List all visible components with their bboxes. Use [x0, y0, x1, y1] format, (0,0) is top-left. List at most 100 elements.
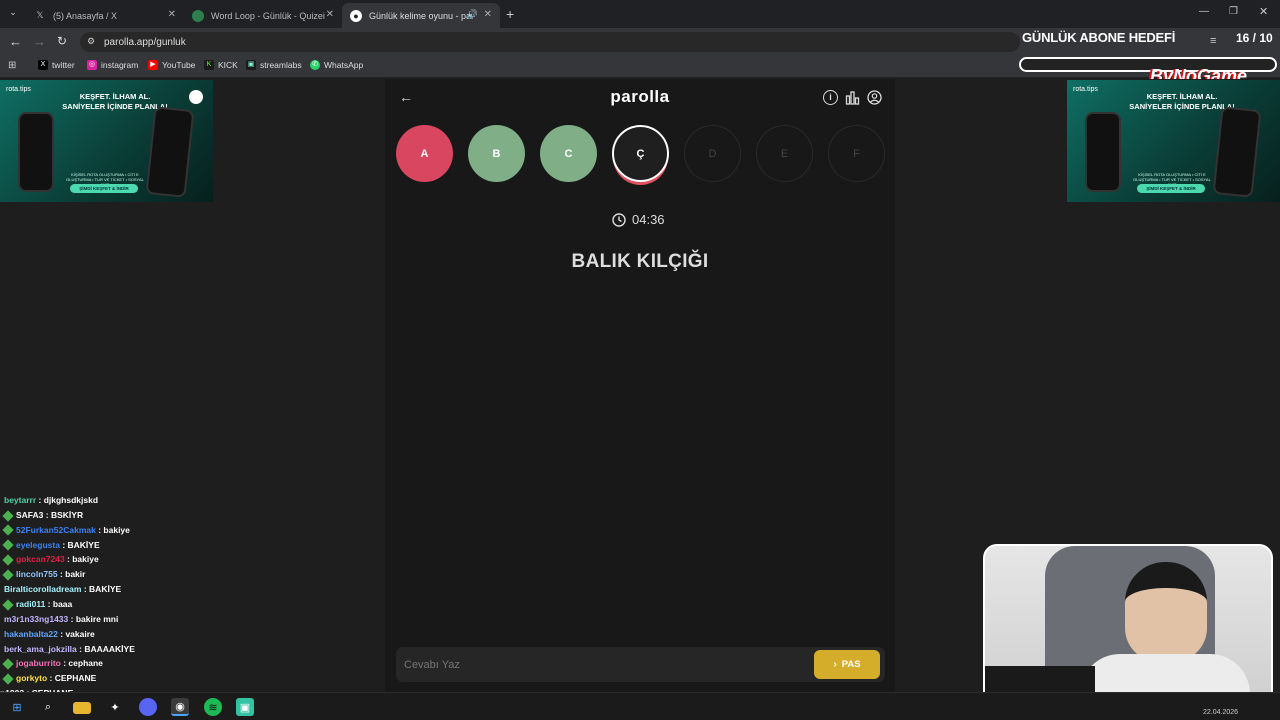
discord-icon[interactable] [139, 698, 157, 716]
stats-icon[interactable] [845, 90, 860, 105]
tab-twitter[interactable]: 𝕏 (5) Anasayfa / X ✕ [26, 3, 184, 28]
phone-image [145, 106, 195, 198]
right-ad-banner[interactable]: rota.tips KEŞFET. İLHAM AL. SANİYELER İÇ… [1067, 80, 1280, 202]
chrome-icon[interactable]: ◉ [171, 698, 189, 716]
question-text: BALIK KILÇIĞI [571, 251, 709, 272]
phone-image [1212, 106, 1262, 198]
new-tab-button[interactable]: + [506, 6, 514, 22]
search-icon[interactable]: ⌕ [39, 698, 57, 716]
chat-text: BAAAAKİYE [84, 643, 135, 654]
chat-username: eyelegusta [16, 539, 60, 550]
left-ad-banner[interactable]: rota.tips KEŞFET. İLHAM AL. SANİYELER İÇ… [0, 80, 213, 202]
bookmark-kick[interactable]: K KICK [204, 60, 238, 70]
minimize-icon[interactable]: — [1199, 6, 1209, 17]
chat-username: jogaburrito [16, 658, 61, 669]
tab-label: (5) Anasayfa / X [53, 10, 118, 21]
letter-pending: F [828, 125, 885, 182]
streamlabs-icon[interactable]: ▣ [236, 698, 254, 716]
sub-badge-icon [2, 599, 14, 611]
goal-count: 16 / 10 [1236, 31, 1273, 45]
chat-message: SAFA3 : BSKİYR [2, 509, 84, 522]
date-text: 22.04.2026 [1203, 709, 1239, 716]
chat-text: BAKİYE [67, 539, 100, 550]
youtube-icon: ▶ [148, 60, 158, 70]
pass-button[interactable]: › PAS [814, 650, 880, 679]
parolla-icon: ● [350, 9, 362, 22]
address-bar[interactable]: ⚙ parolla.app/gunluk [80, 32, 1020, 52]
bookmark-whatsapp[interactable]: ✆ WhatsApp [310, 60, 363, 70]
x-logo-icon: 𝕏 [36, 10, 44, 20]
chat-username: gorkyto [16, 673, 48, 684]
close-icon[interactable]: ✕ [326, 9, 334, 20]
chat-message: jogaburrito : cephane [2, 658, 103, 670]
spotify-icon[interactable]: ≋ [204, 698, 222, 716]
bookmark-streamlabs[interactable]: ▣ streamlabs [246, 60, 302, 70]
back-arrow-icon[interactable]: ← [399, 89, 413, 105]
chat-username: m3r1n33ng1433 [4, 613, 69, 624]
chat-text: vakaire [65, 628, 95, 639]
sub-badge-icon [2, 673, 14, 685]
whatsapp-icon: ✆ [310, 60, 320, 70]
apps-grid-icon[interactable]: ⊞ [8, 60, 16, 71]
ad-cta-button[interactable]: ŞİMDİ KEŞFET & İNDİR [1137, 184, 1205, 193]
letter-pending: D [684, 125, 741, 182]
bookmark-label: YouTube [162, 60, 196, 70]
bookmark-label: KICK [218, 60, 238, 70]
chat-message: m3r1n33ng1433 : bakire mni [4, 613, 119, 624]
chat-username: lincoln755 [16, 569, 58, 580]
file-explorer-icon[interactable] [73, 702, 91, 714]
menu-icon[interactable]: ≡ [1210, 35, 1216, 47]
chat-message: eyelegusta : BAKİYE [2, 539, 100, 551]
profile-icon[interactable] [867, 90, 882, 105]
timer: 04:36 [612, 212, 665, 227]
ad-cta-button[interactable]: ŞİMDİ KEŞFET & İNDİR [70, 184, 138, 193]
tab-label: Günlük kelime oyunu - par [369, 10, 475, 21]
chat-text: BSKİYR [50, 509, 84, 520]
ad-brand: rota.tips [6, 86, 31, 93]
tab-word-loop[interactable]: Word Loop - Günlük - Quizei ✕ [184, 3, 342, 28]
chat-message: Biralticorolladream : BAKİYE [4, 584, 122, 595]
close-icon[interactable]: ✕ [168, 9, 176, 20]
chat-message: lincoln755 : bakir [2, 569, 86, 581]
back-icon[interactable]: ← [9, 34, 22, 49]
bookmark-instagram[interactable]: ◎ instagram [87, 60, 138, 70]
forward-icon[interactable]: → [33, 34, 46, 49]
streamlabs-icon: ▣ [246, 60, 256, 70]
chat-username: hakanbalta22 [4, 628, 58, 639]
close-icon[interactable]: ✕ [484, 9, 492, 20]
app-icon[interactable]: ✦ [106, 698, 124, 716]
chat-username: Biralticorolladream [4, 584, 82, 595]
webcam-overlay [983, 544, 1273, 706]
close-window-icon[interactable]: ✕ [1259, 5, 1268, 18]
pass-label: PAS [841, 659, 861, 670]
chat-message: radi011 : baaa [2, 599, 72, 611]
chat-username: gokcan7243 [16, 554, 65, 565]
url-text: parolla.app/gunluk [104, 36, 186, 48]
speaker-icon[interactable]: 🔊 [467, 9, 478, 20]
clock-icon [612, 212, 626, 227]
chat-username: berk_ama_jokzilla [4, 643, 77, 654]
bookmark-label: WhatsApp [324, 60, 364, 70]
chat-text: bakir [65, 569, 86, 580]
reload-icon[interactable]: ↻ [57, 34, 67, 48]
tab-parolla[interactable]: ● Günlük kelime oyunu - par 🔊 ✕ [342, 3, 500, 28]
restore-icon[interactable]: ❐ [1229, 6, 1238, 17]
letter-wrong: A [396, 125, 453, 182]
timer-value: 04:36 [632, 212, 665, 227]
sub-badge-icon [2, 569, 14, 581]
letter-correct: C [540, 125, 597, 182]
instagram-icon: ◎ [87, 60, 97, 70]
chat-username: 52Furkan52Cakmak [16, 524, 96, 535]
bookmark-youtube[interactable]: ▶ YouTube [148, 60, 195, 70]
tab-list-chevron-icon[interactable]: ⌄ [6, 7, 20, 21]
globe-icon [192, 9, 204, 22]
letter-correct: B [468, 125, 525, 182]
info-icon[interactable]: i [823, 90, 838, 105]
bookmark-twitter[interactable]: Xtwitter [38, 60, 75, 70]
answer-input[interactable] [402, 653, 802, 676]
windows-start-icon[interactable]: ⊞ [8, 698, 26, 716]
site-info-icon[interactable]: ⚙ [87, 36, 95, 47]
goal-label: GÜNLÜK ABONE HEDEFİ [1022, 30, 1176, 45]
sub-badge-icon [2, 524, 14, 537]
bookmark-label: twitter [52, 60, 75, 70]
